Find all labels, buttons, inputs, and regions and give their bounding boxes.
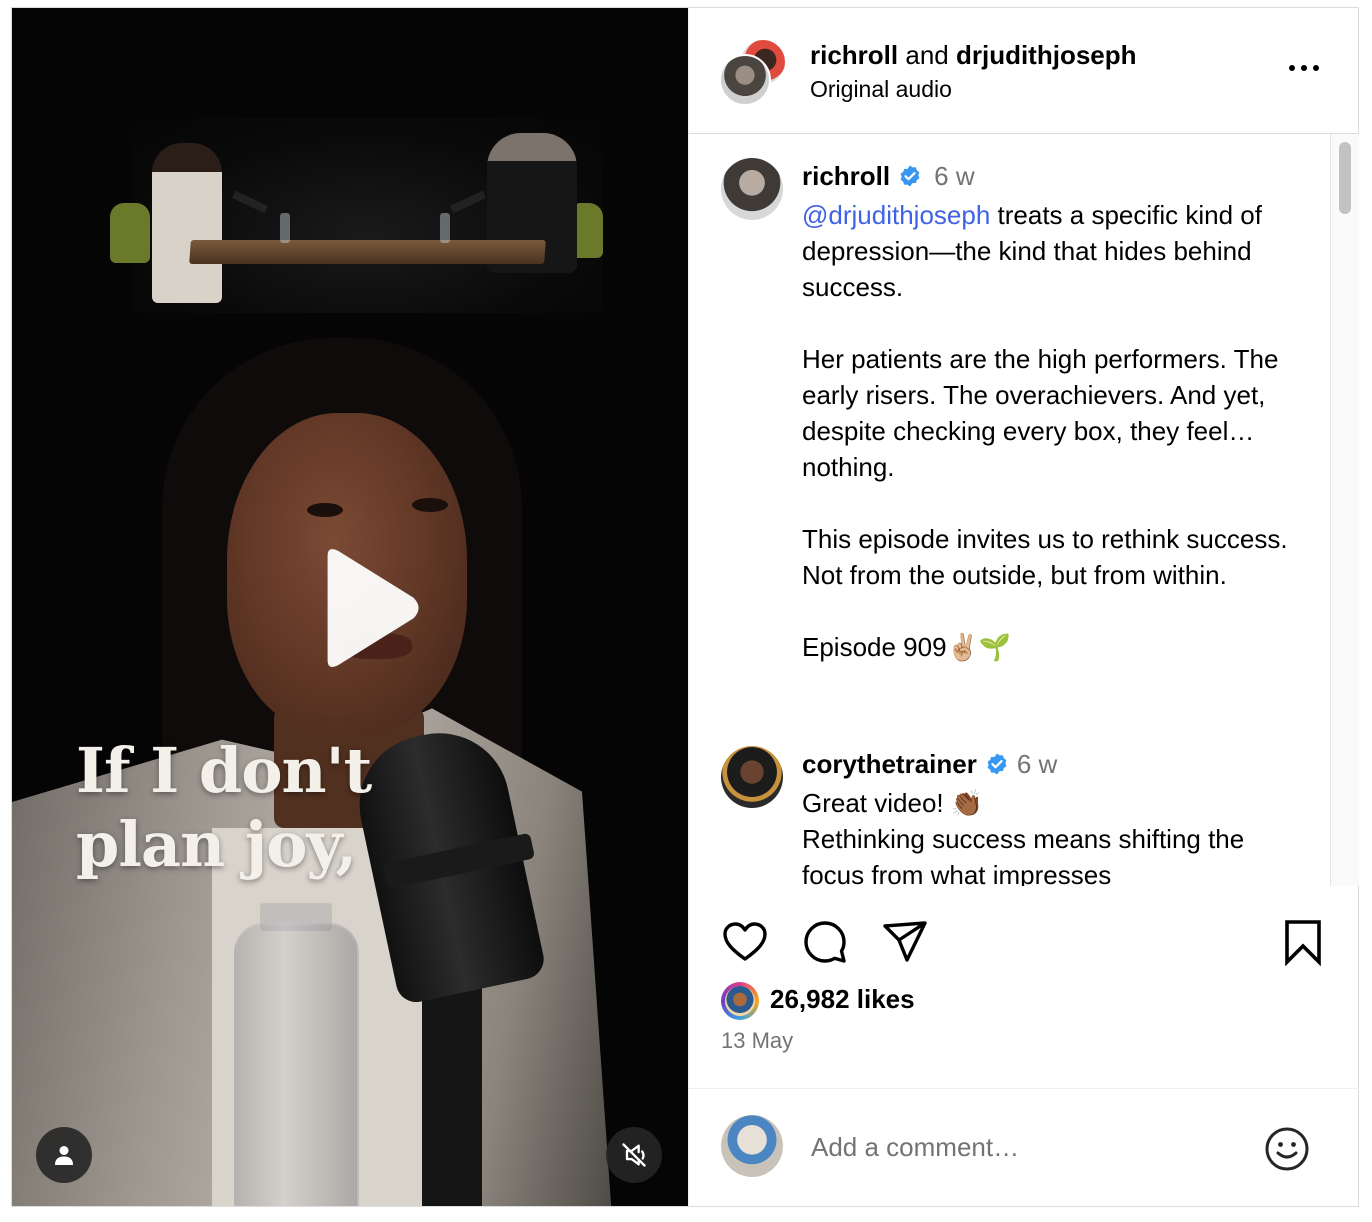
action-bar [689, 886, 1359, 966]
reel-video[interactable]: If I don't plan joy, [12, 8, 688, 1206]
verified-badge-icon [898, 161, 922, 197]
collab-avatars[interactable] [719, 38, 789, 108]
user-icon [55, 1146, 73, 1165]
authors-joiner: and [898, 40, 956, 70]
water-bottle [234, 923, 359, 1206]
heart-icon [723, 922, 767, 961]
add-comment-bar [689, 1088, 1359, 1207]
bookmark-icon [1285, 920, 1321, 967]
post-header: richroll and drjudithjoseph Original aud… [689, 8, 1359, 134]
liker-avatar[interactable] [721, 982, 759, 1020]
author-link-drjudithjoseph[interactable]: drjudithjoseph [956, 40, 1137, 70]
unmute-button[interactable] [606, 1127, 662, 1183]
likes-count[interactable]: 26,982 likes [770, 984, 915, 1015]
current-user-avatar [721, 1115, 783, 1177]
emoji-icon [1265, 1127, 1309, 1171]
post-sidebar: richroll and drjudithjoseph Original aud… [688, 8, 1359, 1206]
post-dialog: If I don't plan joy, richroll and drjudi… [11, 7, 1359, 1207]
play-icon [327, 549, 419, 667]
paper-plane-icon [883, 921, 927, 962]
comments-scrollbar[interactable] [1330, 134, 1359, 886]
comment-input[interactable] [811, 1129, 1231, 1165]
comment-username[interactable]: corythetrainer [802, 749, 977, 779]
emoji-button[interactable] [1263, 1125, 1311, 1173]
post-authors: richroll and drjudithjoseph [810, 38, 1137, 72]
more-horizontal-icon [1289, 65, 1295, 71]
scrollbar-thumb[interactable] [1339, 142, 1351, 214]
save-button[interactable] [1279, 918, 1327, 967]
comment-timestamp[interactable]: 6 w [934, 161, 974, 191]
verified-badge-icon [985, 749, 1009, 785]
avatar-corythetrainer[interactable] [721, 746, 783, 808]
like-button[interactable] [721, 918, 769, 966]
author-link-richroll[interactable]: richroll [810, 40, 898, 70]
audio-link[interactable]: Original audio [810, 74, 952, 104]
comment-button[interactable] [801, 918, 849, 966]
mention-link[interactable]: @drjudithjoseph [802, 200, 990, 230]
post-date[interactable]: 13 May [721, 1028, 793, 1054]
comments-list[interactable]: richroll 6 w @drjudithjoseph treats a spe… [689, 134, 1359, 886]
comment-timestamp[interactable]: 6 w [1017, 749, 1057, 779]
play-button[interactable] [294, 538, 434, 678]
video-caption-overlay: If I don't plan joy, [76, 734, 436, 882]
share-button[interactable] [881, 918, 929, 966]
caption-body: treats a specific kind of depression—the… [802, 200, 1288, 662]
comment-username[interactable]: richroll [802, 161, 890, 191]
comment-text: Great video! 👏🏾 Rethinking success means… [802, 788, 1245, 886]
avatar-richroll[interactable] [719, 54, 771, 106]
caption-text: @drjudithjoseph treats a specific kind o… [802, 197, 1302, 665]
overlay-line-2: plan joy, [76, 808, 357, 881]
comment-bubble-icon [804, 921, 846, 963]
overlay-line-1: If I don't [76, 734, 372, 807]
muted-speaker-icon [622, 1143, 646, 1167]
more-options-button[interactable] [1279, 48, 1329, 88]
tagged-users-button[interactable] [36, 1127, 92, 1183]
avatar-richroll[interactable] [721, 158, 783, 220]
